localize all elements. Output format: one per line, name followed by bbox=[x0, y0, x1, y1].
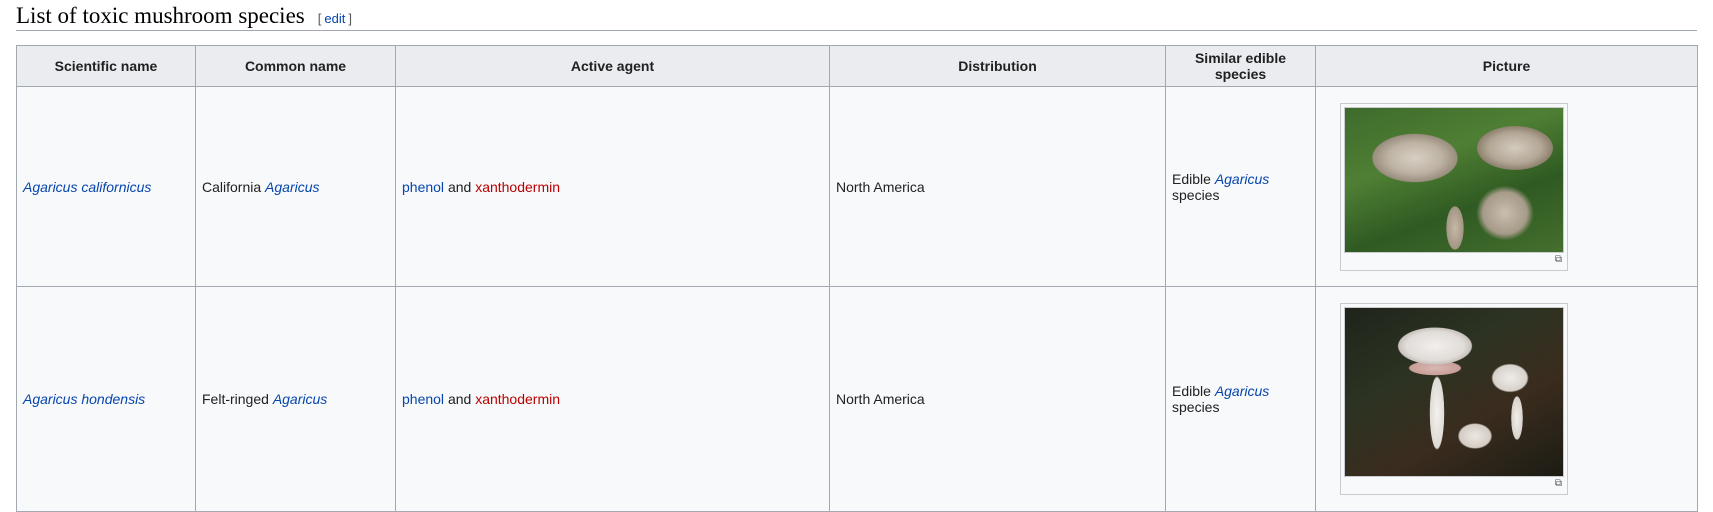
scientific-name-link[interactable]: Agaricus hondensis bbox=[23, 391, 145, 407]
enlarge-icon[interactable]: ⧉ bbox=[1344, 477, 1564, 491]
enlarge-icon[interactable]: ⧉ bbox=[1344, 253, 1564, 267]
genus-link[interactable]: Agaricus bbox=[273, 391, 327, 407]
cell-picture: ⧉ bbox=[1315, 286, 1698, 512]
table-header-row: Scientific name Common name Active agent… bbox=[16, 45, 1698, 87]
table-row: Agaricus californicus California Agaricu… bbox=[16, 86, 1698, 287]
header-picture: Picture bbox=[1315, 45, 1698, 87]
header-similar-edible-species[interactable]: Similar edible species bbox=[1165, 45, 1316, 87]
cell-distribution: North America bbox=[829, 86, 1166, 287]
table-row: Agaricus hondensis Felt-ringed Agaricus … bbox=[16, 286, 1698, 512]
cell-distribution: North America bbox=[829, 286, 1166, 512]
header-distribution[interactable]: Distribution bbox=[829, 45, 1166, 87]
thumbnail: ⧉ bbox=[1340, 303, 1568, 495]
scientific-name-link[interactable]: Agaricus californicus bbox=[23, 179, 151, 195]
agent-join: and bbox=[447, 178, 472, 195]
agent-join: and bbox=[447, 391, 472, 407]
header-active-agent[interactable]: Active agent bbox=[395, 45, 830, 87]
edit-bracket-close: ] bbox=[348, 11, 352, 26]
page: List of toxic mushroom species [edit] Sc… bbox=[0, 0, 1713, 512]
similar-genus-link[interactable]: Agaricus bbox=[1215, 171, 1269, 187]
agent-redlink-xanthodermin[interactable]: xanthodermin bbox=[475, 179, 560, 195]
genus-link[interactable]: Agaricus bbox=[265, 179, 319, 195]
header-scientific-name[interactable]: Scientific name bbox=[16, 45, 196, 87]
similar-suffix: species bbox=[1172, 399, 1220, 415]
cell-similar-edible-species: Edible Agaricus species bbox=[1165, 286, 1316, 512]
mushroom-photo[interactable] bbox=[1344, 106, 1564, 253]
section-title: List of toxic mushroom species bbox=[16, 3, 305, 28]
thumbnail: ⧉ bbox=[1340, 102, 1568, 271]
similar-prefix: Edible bbox=[1172, 383, 1211, 399]
cell-common-name: California Agaricus bbox=[195, 86, 396, 287]
cell-scientific-name: Agaricus californicus bbox=[16, 86, 196, 287]
cell-picture: ⧉ bbox=[1315, 86, 1698, 287]
agent-link-phenol[interactable]: phenol bbox=[402, 391, 444, 407]
cell-scientific-name: Agaricus hondensis bbox=[16, 286, 196, 512]
similar-genus-link[interactable]: Agaricus bbox=[1215, 383, 1269, 399]
agent-link-phenol[interactable]: phenol bbox=[402, 179, 444, 195]
cell-similar-edible-species: Edible Agaricus species bbox=[1165, 86, 1316, 287]
common-name-prefix: California bbox=[202, 178, 262, 195]
cell-active-agent: phenol and xanthodermin bbox=[395, 286, 830, 512]
similar-prefix: Edible bbox=[1172, 170, 1211, 187]
mushroom-photo[interactable] bbox=[1344, 307, 1564, 477]
section-heading: List of toxic mushroom species [edit] bbox=[16, 0, 1697, 31]
similar-suffix: species bbox=[1172, 186, 1220, 203]
header-common-name[interactable]: Common name bbox=[195, 45, 396, 87]
common-name-prefix: Felt-ringed bbox=[202, 391, 269, 407]
edit-link[interactable]: edit bbox=[321, 11, 348, 26]
cell-common-name: Felt-ringed Agaricus bbox=[195, 286, 396, 512]
agent-redlink-xanthodermin[interactable]: xanthodermin bbox=[475, 391, 560, 407]
edit-section: [edit] bbox=[318, 11, 352, 26]
toxic-mushroom-table: Scientific name Common name Active agent… bbox=[16, 45, 1698, 512]
cell-active-agent: phenol and xanthodermin bbox=[395, 86, 830, 287]
